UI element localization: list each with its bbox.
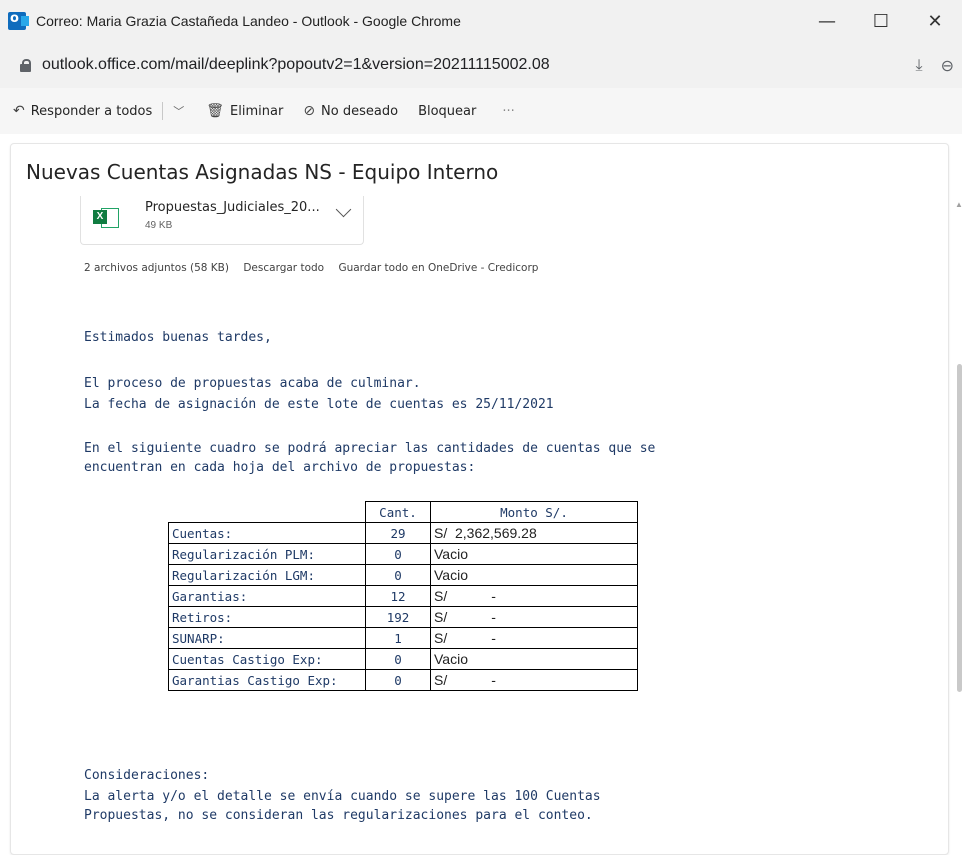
window-title: Correo: Maria Grazia Castañeda Landeo - … — [36, 13, 461, 29]
row-cant: 1 — [365, 627, 431, 649]
attachments-summary: 2 archivos adjuntos (58 KB) Descargar to… — [84, 262, 549, 274]
scrollbar-thumb[interactable] — [957, 364, 962, 692]
table-row: Cuentas: 29 S/ 2,362,569.28 — [168, 522, 638, 544]
row-label: Retiros: — [168, 606, 366, 628]
more-icon: ··· — [502, 103, 515, 119]
maximize-button[interactable]: ☐ — [854, 0, 908, 42]
table-row: Regularización LGM: 0 Vacio — [168, 564, 638, 586]
currency: S/ — [434, 609, 448, 625]
row-monto: S/ - — [430, 606, 638, 628]
table-header-cant: Cant. — [365, 501, 431, 523]
reply-all-icon: ↶ — [13, 103, 25, 119]
zoom-icon[interactable]: ⊖ — [941, 56, 954, 75]
minimize-button[interactable]: — — [800, 0, 854, 42]
table-header-empty — [169, 502, 366, 523]
body-line: En el siguiente cuadro se podrá apreciar… — [84, 441, 656, 456]
title-bar: Correo: Maria Grazia Castañeda Landeo - … — [0, 0, 962, 42]
row-label: Regularización LGM: — [168, 564, 366, 586]
email-subject: Nuevas Cuentas Asignadas NS - Equipo Int… — [26, 160, 499, 184]
currency: S/ — [434, 588, 448, 604]
row-cant: 192 — [365, 606, 431, 628]
row-monto: S/ 2,362,569.28 — [430, 522, 638, 544]
table-row: Garantias Castigo Exp: 0 S/ - — [168, 669, 638, 691]
currency: S/ — [434, 672, 448, 688]
table-row: SUNARP: 1 S/ - — [168, 627, 638, 649]
download-all-link[interactable]: Descargar todo — [243, 262, 324, 274]
table-row: Cuentas Castigo Exp: 0 Vacio — [168, 648, 638, 670]
excel-icon: X — [93, 206, 119, 228]
reply-options-dropdown[interactable]: ﹀ — [173, 88, 184, 134]
body-line: Propuestas, no se consideran las regular… — [84, 808, 593, 823]
table-row: Retiros: 192 S/ - — [168, 606, 638, 628]
row-cant: 0 — [365, 543, 431, 565]
trash-icon: 🗑 — [206, 103, 225, 119]
row-cant: 0 — [365, 669, 431, 691]
row-monto: S/ - — [430, 585, 638, 607]
row-label: Cuentas Castigo Exp: — [168, 648, 366, 670]
lock-icon[interactable] — [20, 58, 31, 72]
scroll-up-icon[interactable]: ▲ — [955, 200, 962, 209]
row-cant: 0 — [365, 648, 431, 670]
reply-all-label: Responder a todos — [30, 103, 153, 119]
body-line: encuentran en cada hoja del archivo de p… — [84, 460, 476, 475]
toolbar-divider — [162, 102, 164, 120]
row-cant: 12 — [365, 585, 431, 607]
delete-label: Eliminar — [230, 103, 284, 119]
block-button[interactable]: Bloquear — [418, 88, 476, 134]
table-row: Regularización PLM: 0 Vacio — [168, 543, 638, 565]
row-label: Cuentas: — [168, 522, 366, 544]
row-monto: Vacio — [430, 543, 638, 565]
amount-dash: - — [491, 672, 496, 688]
url-text[interactable]: outlook.office.com/mail/deeplink?popoutv… — [42, 56, 550, 74]
row-label: Garantias: — [168, 585, 366, 607]
row-label: Regularización PLM: — [168, 543, 366, 565]
row-label: SUNARP: — [168, 627, 366, 649]
more-actions-button[interactable]: ··· — [502, 88, 514, 134]
table-header-row: Cant. Monto S/. — [169, 501, 638, 523]
row-monto: Vacio — [430, 564, 638, 586]
row-cant: 29 — [365, 522, 431, 544]
blocked-circle-icon: ⊘ — [303, 103, 316, 119]
considerations-title: Consideraciones: — [84, 768, 210, 783]
address-bar: outlook.office.com/mail/deeplink?popoutv… — [0, 42, 962, 89]
install-app-icon[interactable]: ⤓ — [916, 55, 923, 75]
mail-toolbar: ↶ Responder a todos ﹀ 🗑 Eliminar ⊘ No de… — [0, 88, 962, 134]
address-actions: ⤓ ⊖ — [916, 42, 954, 88]
currency: S/ — [434, 630, 448, 646]
chevron-down-icon: ﹀ — [173, 105, 185, 118]
row-monto: S/ - — [430, 669, 638, 691]
row-label: Garantias Castigo Exp: — [168, 669, 366, 691]
row-monto: Vacio — [430, 648, 638, 670]
delete-button[interactable]: 🗑 Eliminar — [206, 88, 283, 134]
save-onedrive-link[interactable]: Guardar todo en OneDrive - Credicorp — [338, 262, 538, 274]
amount-dash: - — [491, 630, 496, 646]
amount-dash: - — [491, 609, 496, 625]
reply-all-button[interactable]: ↶ Responder a todos — [13, 88, 152, 134]
outlook-icon — [8, 11, 29, 30]
junk-label: No deseado — [321, 103, 399, 119]
amount-dash: - — [491, 588, 496, 604]
table-header-monto: Monto S/. — [430, 501, 638, 523]
close-button[interactable]: ✕ — [908, 0, 962, 42]
window-controls: — ☐ ✕ — [800, 0, 962, 42]
greeting-text: Estimados buenas tardes, — [84, 330, 272, 345]
row-cant: 0 — [365, 564, 431, 586]
attachment-name: Propuestas_Judiciales_20... — [145, 200, 320, 215]
table-row: Garantias: 12 S/ - — [168, 585, 638, 607]
block-label: Bloquear — [418, 103, 477, 119]
body-line: La alerta y/o el detalle se envía cuando… — [84, 789, 601, 804]
body-line: El proceso de propuestas acaba de culmin… — [84, 376, 421, 391]
body-line: La fecha de asignación de este lote de c… — [84, 397, 554, 412]
accounts-table: Cant. Monto S/. Cuentas: 29 S/ 2,362,569… — [168, 501, 638, 691]
chevron-down-icon[interactable] — [335, 201, 352, 218]
junk-button[interactable]: ⊘ No deseado — [303, 88, 398, 134]
attachments-count: 2 archivos adjuntos (58 KB) — [84, 262, 229, 274]
attachment-card[interactable]: X Propuestas_Judiciales_20... 49 KB — [80, 196, 364, 245]
row-monto: S/ - — [430, 627, 638, 649]
reading-pane — [10, 143, 949, 855]
attachment-size: 49 KB — [145, 220, 173, 231]
